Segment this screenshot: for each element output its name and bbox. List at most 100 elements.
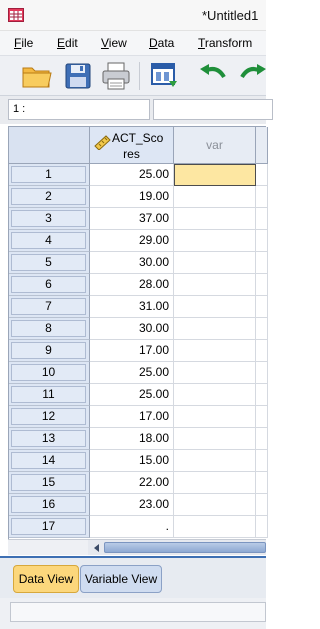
- data-cell-act-scores[interactable]: 25.00: [90, 362, 174, 384]
- status-bar: [0, 598, 266, 629]
- scroll-left-arrow-icon[interactable]: [91, 542, 103, 554]
- row-number: 5: [11, 254, 86, 271]
- data-cell-act-scores[interactable]: .: [90, 516, 174, 538]
- grid-corner[interactable]: [9, 127, 90, 164]
- row-header[interactable]: 14: [9, 450, 90, 472]
- data-cell-next[interactable]: [256, 208, 268, 230]
- data-cell-var[interactable]: [174, 472, 256, 494]
- row-header[interactable]: 10: [9, 362, 90, 384]
- data-cell-act-scores[interactable]: 17.00: [90, 406, 174, 428]
- data-cell-var[interactable]: [174, 494, 256, 516]
- column-header-act-scores[interactable]: ACT_Sco res: [90, 127, 174, 164]
- row-header[interactable]: 9: [9, 340, 90, 362]
- data-cell-next[interactable]: [256, 252, 268, 274]
- data-cell-next[interactable]: [256, 472, 268, 494]
- row-header[interactable]: 6: [9, 274, 90, 296]
- menu-file[interactable]: File: [14, 36, 33, 50]
- data-cell-var[interactable]: [174, 450, 256, 472]
- row-header[interactable]: 7: [9, 296, 90, 318]
- data-cell-act-scores[interactable]: 15.00: [90, 450, 174, 472]
- print-button[interactable]: [99, 59, 133, 93]
- data-cell-var[interactable]: [174, 208, 256, 230]
- menu-transform-label: ransform: [204, 36, 253, 50]
- data-cell-var[interactable]: [174, 406, 256, 428]
- menu-transform[interactable]: Transform: [198, 36, 252, 50]
- redo-button[interactable]: [236, 59, 270, 93]
- data-cell-var[interactable]: [174, 274, 256, 296]
- save-disk-icon: [65, 63, 91, 89]
- data-cell-next[interactable]: [256, 362, 268, 384]
- data-cell-act-scores[interactable]: 23.00: [90, 494, 174, 516]
- data-cell-next[interactable]: [256, 406, 268, 428]
- data-cell-var[interactable]: [174, 340, 256, 362]
- row-header[interactable]: 16: [9, 494, 90, 516]
- spss-grid-icon: [8, 8, 24, 22]
- data-cell-var[interactable]: [174, 252, 256, 274]
- data-cell-next[interactable]: [256, 516, 268, 538]
- data-cell-act-scores[interactable]: 19.00: [90, 186, 174, 208]
- data-cell-var[interactable]: [174, 428, 256, 450]
- data-cell-act-scores[interactable]: 17.00: [90, 340, 174, 362]
- data-cell-act-scores[interactable]: 25.00: [90, 164, 174, 186]
- data-cell-act-scores[interactable]: 30.00: [90, 318, 174, 340]
- data-cell-var[interactable]: [174, 362, 256, 384]
- data-cell-var[interactable]: [174, 296, 256, 318]
- row-header[interactable]: 3: [9, 208, 90, 230]
- data-cell-act-scores[interactable]: 31.00: [90, 296, 174, 318]
- open-button[interactable]: [20, 59, 54, 93]
- row-header[interactable]: 2: [9, 186, 90, 208]
- data-cell-var[interactable]: [174, 164, 256, 186]
- data-cell-act-scores[interactable]: 18.00: [90, 428, 174, 450]
- tab-data-view[interactable]: Data View: [13, 565, 79, 593]
- data-cell-next[interactable]: [256, 428, 268, 450]
- data-cell-act-scores[interactable]: 30.00: [90, 252, 174, 274]
- data-cell-next[interactable]: [256, 318, 268, 340]
- dialog-recall-button[interactable]: [148, 59, 182, 93]
- data-cell-next[interactable]: [256, 274, 268, 296]
- menu-view[interactable]: View: [101, 36, 127, 50]
- data-cell-next[interactable]: [256, 230, 268, 252]
- data-grid: ACT_Sco res var 1 25.00 2 19.00 3 37.00 4 29.00…: [8, 126, 268, 539]
- data-cell-act-scores[interactable]: 25.00: [90, 384, 174, 406]
- row-header[interactable]: 1: [9, 164, 90, 186]
- row-header[interactable]: 15: [9, 472, 90, 494]
- row-header[interactable]: 12: [9, 406, 90, 428]
- cell-value-input[interactable]: [153, 99, 273, 120]
- data-cell-next[interactable]: [256, 450, 268, 472]
- data-cell-next[interactable]: [256, 296, 268, 318]
- data-cell-var[interactable]: [174, 318, 256, 340]
- data-cell-next[interactable]: [256, 164, 268, 186]
- tab-variable-view[interactable]: Variable View: [80, 565, 162, 593]
- row-header[interactable]: 8: [9, 318, 90, 340]
- row-header[interactable]: 5: [9, 252, 90, 274]
- data-cell-next[interactable]: [256, 340, 268, 362]
- data-cell-act-scores[interactable]: 22.00: [90, 472, 174, 494]
- data-cell-next[interactable]: [256, 186, 268, 208]
- cell-reference-box[interactable]: 1 :: [8, 99, 150, 120]
- row-header[interactable]: 13: [9, 428, 90, 450]
- cell-editor-bar: 1 :: [0, 96, 273, 124]
- menu-file-label: ile: [21, 36, 34, 50]
- row-number: 1: [11, 166, 86, 183]
- row-header-scroll-pane: [8, 539, 88, 555]
- scrollbar-thumb[interactable]: [104, 542, 266, 553]
- column-header-next[interactable]: [256, 127, 268, 164]
- save-button[interactable]: [61, 59, 95, 93]
- data-cell-var[interactable]: [174, 516, 256, 538]
- data-cell-act-scores[interactable]: 28.00: [90, 274, 174, 296]
- row-header[interactable]: 17: [9, 516, 90, 538]
- data-cell-act-scores[interactable]: 29.00: [90, 230, 174, 252]
- data-cell-var[interactable]: [174, 186, 256, 208]
- column-header-var[interactable]: var: [174, 127, 256, 164]
- horizontal-scrollbar[interactable]: [88, 539, 266, 555]
- data-cell-act-scores[interactable]: 37.00: [90, 208, 174, 230]
- row-header[interactable]: 11: [9, 384, 90, 406]
- data-cell-var[interactable]: [174, 230, 256, 252]
- row-header[interactable]: 4: [9, 230, 90, 252]
- data-cell-var[interactable]: [174, 384, 256, 406]
- undo-button[interactable]: [196, 59, 230, 93]
- data-cell-next[interactable]: [256, 384, 268, 406]
- menu-edit[interactable]: Edit: [57, 36, 78, 50]
- data-cell-next[interactable]: [256, 494, 268, 516]
- menu-data[interactable]: Data: [149, 36, 174, 50]
